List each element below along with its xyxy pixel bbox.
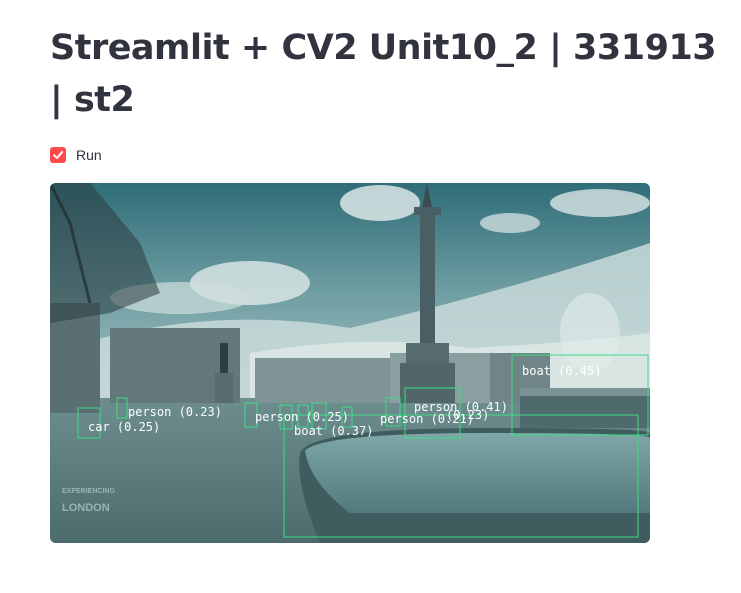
page-title: Streamlit + CV2 Unit10_2 | 331913 | st2 [50, 28, 717, 120]
detection-label-person-left: person (0.23) [128, 405, 222, 419]
watermark-line2: LONDON [62, 502, 110, 514]
detection-label-boat-large: boat (0.45) [522, 364, 601, 378]
detection-label-boat-fountain: boat (0.37) [294, 424, 373, 438]
run-checkbox[interactable]: Run [50, 145, 102, 165]
video-frame: EXPERIENCING LONDON boat (0.45) person (… [50, 183, 650, 543]
detection-label-person-mid: person (0.25) [255, 410, 349, 424]
watermark-line1: EXPERIENCING [62, 488, 115, 495]
run-label: Run [76, 147, 102, 163]
checkbox-checked-icon[interactable] [50, 147, 66, 163]
detection-label-car: car (0.25) [88, 420, 160, 434]
detection-label-overlap-score: (0.23) [446, 408, 489, 422]
scene-background: EXPERIENCING LONDON [50, 183, 650, 543]
